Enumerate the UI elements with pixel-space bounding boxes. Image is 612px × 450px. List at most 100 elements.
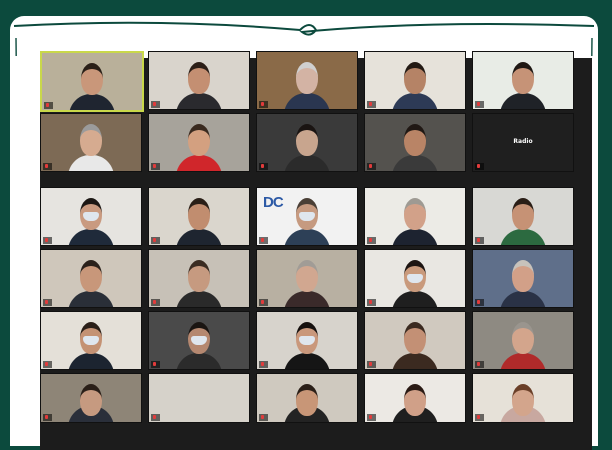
- mic-muted-icon: [45, 299, 48, 304]
- participant-tile[interactable]: [148, 113, 250, 172]
- participant-tile[interactable]: [256, 51, 358, 110]
- participant-center-name: Radio: [513, 138, 533, 145]
- mic-muted-icon: [153, 414, 156, 419]
- mic-muted-icon: [477, 237, 480, 242]
- mic-muted-icon: [45, 163, 48, 168]
- participant-face: [404, 384, 426, 416]
- participant-body: [68, 353, 114, 369]
- participant-tile[interactable]: [472, 373, 574, 423]
- participant-body: [284, 229, 330, 245]
- participant-tile[interactable]: [40, 311, 142, 370]
- participant-body: [392, 291, 438, 307]
- participant-body: [176, 93, 222, 109]
- participant-body: [176, 155, 222, 171]
- face-mask: [83, 336, 99, 345]
- participant-body: [68, 291, 114, 307]
- participant-tile[interactable]: [256, 249, 358, 308]
- participant-tile[interactable]: [40, 51, 144, 112]
- participant-tile[interactable]: [364, 311, 466, 370]
- decorative-loop: [13, 21, 595, 56]
- participant-tile[interactable]: [472, 249, 574, 308]
- mic-muted-icon: [153, 237, 156, 242]
- participant-body: [284, 291, 330, 307]
- participant-body: [68, 155, 114, 171]
- participant-tile[interactable]: [472, 187, 574, 246]
- face-mask: [299, 212, 315, 221]
- participant-body: [500, 93, 546, 109]
- participant-tile[interactable]: [148, 311, 250, 370]
- participant-tile[interactable]: [148, 373, 250, 423]
- participant-face: [80, 384, 102, 416]
- participant-name-label: [259, 163, 268, 170]
- mic-muted-icon: [477, 299, 480, 304]
- face-mask: [191, 336, 207, 345]
- participant-name-label: [475, 299, 484, 306]
- participant-tile[interactable]: [364, 51, 466, 110]
- participant-face: [188, 198, 210, 230]
- participant-name-label: [367, 101, 376, 108]
- participant-tile[interactable]: DC: [256, 187, 358, 246]
- mic-muted-icon: [153, 101, 156, 106]
- participant-tile[interactable]: [364, 187, 466, 246]
- mic-muted-icon: [477, 101, 480, 106]
- participant-tile[interactable]: [40, 113, 142, 172]
- participant-face: [188, 62, 210, 94]
- participant-tile[interactable]: [256, 311, 358, 370]
- participant-tile[interactable]: [148, 249, 250, 308]
- participant-name-label: [151, 299, 160, 306]
- participant-tile[interactable]: [364, 249, 466, 308]
- participant-tile[interactable]: [256, 373, 358, 423]
- participant-face: [296, 260, 318, 292]
- participant-name-label: [475, 414, 484, 421]
- participant-tile[interactable]: Radio: [472, 113, 574, 172]
- participant-face: [512, 62, 534, 94]
- mic-muted-icon: [261, 299, 264, 304]
- mic-muted-icon: [261, 101, 264, 106]
- participant-name-label: [367, 237, 376, 244]
- participant-name-label: [151, 163, 160, 170]
- face-mask: [299, 336, 315, 345]
- mic-muted-icon: [46, 102, 49, 107]
- participant-tile[interactable]: [472, 311, 574, 370]
- participant-name-label: [475, 237, 484, 244]
- participant-name-label: [151, 101, 160, 108]
- mic-muted-icon: [261, 163, 264, 168]
- participant-tile[interactable]: [148, 187, 250, 246]
- participant-name-label: [475, 101, 484, 108]
- participant-tile[interactable]: [364, 113, 466, 172]
- participant-body: [284, 93, 330, 109]
- background-logo: DC: [263, 194, 284, 211]
- participant-name-label: [259, 361, 268, 368]
- participant-face: [80, 124, 102, 156]
- participant-tile[interactable]: [40, 373, 142, 423]
- participant-face: [80, 260, 102, 292]
- participant-body: [69, 94, 115, 110]
- participant-face: [404, 62, 426, 94]
- participant-name-label: [43, 163, 52, 170]
- participant-tile[interactable]: [40, 187, 142, 246]
- participant-body: [284, 155, 330, 171]
- participant-name-label: [367, 163, 376, 170]
- participant-name-label: [475, 361, 484, 368]
- participant-tile[interactable]: [256, 113, 358, 172]
- participant-tile[interactable]: [472, 51, 574, 110]
- participant-face: [404, 198, 426, 230]
- mic-muted-icon: [369, 101, 372, 106]
- participant-tile[interactable]: [40, 249, 142, 308]
- participant-face: [296, 62, 318, 94]
- face-mask: [407, 274, 423, 283]
- participant-name-label: [367, 299, 376, 306]
- participant-tile[interactable]: [148, 51, 250, 110]
- participant-face: [404, 322, 426, 354]
- participant-gallery: Radio DC: [40, 51, 580, 441]
- mic-muted-icon: [153, 299, 156, 304]
- participant-tile[interactable]: [364, 373, 466, 423]
- mic-muted-icon: [477, 163, 480, 168]
- face-mask: [83, 212, 99, 221]
- participant-body: [392, 353, 438, 369]
- participant-body: [176, 353, 222, 369]
- participant-name-label: [43, 414, 52, 421]
- mic-muted-icon: [369, 237, 372, 242]
- participant-name-label: [259, 101, 268, 108]
- participant-name-label: [475, 163, 484, 170]
